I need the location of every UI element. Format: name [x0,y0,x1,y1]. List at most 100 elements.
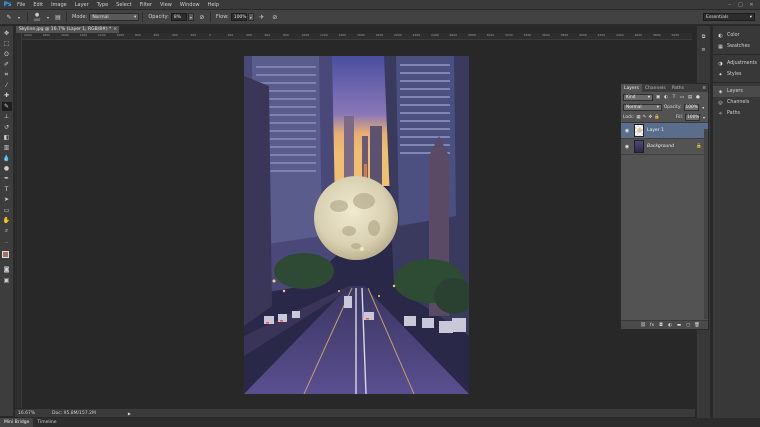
filter-adjustment-icon[interactable]: ◐ [663,94,669,100]
clone-stamp-tool-icon[interactable]: ⊥ [2,112,12,121]
mode-select[interactable]: Normal ▾ [89,13,140,21]
lock-image-icon[interactable]: ✎ [643,114,647,120]
dock-layers[interactable]: ◈ Layers [713,86,760,97]
dock-swatches[interactable]: ▦ Swatches [713,41,760,52]
fill-dropdown-icon[interactable]: ▾ [702,114,706,120]
move-tool-icon[interactable]: ✥ [2,29,12,38]
properties-panel-icon[interactable]: ≡ [699,45,709,55]
tab-layers[interactable]: Layers [621,84,642,92]
eraser-tool-icon[interactable]: ◧ [2,133,12,142]
pen-tool-icon[interactable]: ✒ [2,174,12,183]
filter-pixel-icon[interactable]: ▣ [655,94,661,100]
dodge-tool-icon[interactable]: ● [2,164,12,173]
menu-layer[interactable]: Layer [71,2,93,8]
document-image[interactable] [244,56,469,394]
menu-filter[interactable]: Filter [136,2,156,8]
layer-name[interactable]: Background [647,144,693,149]
brush-dropdown-icon[interactable]: ▾ [43,12,53,22]
gradient-tool-icon[interactable]: ▥ [2,143,12,152]
fill-input[interactable]: 100% [685,113,701,121]
layer-row[interactable]: ◉ Layer 1 [621,123,708,139]
zoom-tool-icon[interactable]: ⌕ [2,226,12,235]
opacity-dropdown-icon[interactable]: ▾ [701,104,706,110]
close-icon[interactable]: ✕ [747,2,756,8]
filter-smart-object-icon[interactable]: ▤ [687,94,693,100]
crop-tool-icon[interactable]: ⌗ [2,71,12,80]
link-layers-icon[interactable]: ⛓ [640,323,646,328]
menu-file[interactable]: File [13,2,29,8]
tab-channels[interactable]: Channels [642,84,669,92]
delete-layer-icon[interactable]: 🗑 [694,323,700,328]
shape-tool-icon[interactable]: ▭ [2,206,12,215]
tab-timeline[interactable]: Timeline [33,418,60,427]
opacity-dropdown-icon[interactable]: ▾ [187,13,194,21]
document-tab[interactable]: Skyline.jpg @ 16.7% (Layer 1, RGB/8#) * … [15,25,120,33]
filter-toggle-icon[interactable]: ● [695,94,701,100]
layer-opacity-input[interactable]: 100% [683,103,699,111]
visibility-eye-icon[interactable]: ◉ [623,127,631,135]
dock-color[interactable]: ◐ Color [713,30,760,41]
menu-edit[interactable]: Edit [29,2,47,8]
maximize-icon[interactable]: □ [736,2,745,8]
history-brush-tool-icon[interactable]: ↺ [2,123,12,132]
blend-mode-select[interactable]: Normal ▾ [623,103,662,111]
panel-menu-icon[interactable]: ≡ [702,84,708,92]
lock-transparent-icon[interactable]: ▦ [636,114,640,120]
lasso-tool-icon[interactable]: ʘ [2,50,12,59]
healing-brush-tool-icon[interactable]: ✚ [2,91,12,100]
new-group-icon[interactable]: ▬ [676,323,682,328]
minimize-icon[interactable]: – [725,2,734,8]
tool-preset-dropdown-icon[interactable]: ▾ [14,12,24,22]
dock-paths[interactable]: ✧ Paths [713,108,760,119]
status-menu-icon[interactable]: ▶ [128,411,131,416]
menu-help[interactable]: Help [204,2,223,8]
brush-preset-picker[interactable]: ● 400 [31,12,43,22]
lock-all-icon[interactable]: 🔒 [654,114,660,120]
marquee-tool-icon[interactable]: ⬚ [2,39,12,48]
new-adjustment-icon[interactable]: ◐ [667,323,673,328]
filter-shape-icon[interactable]: ▭ [679,94,685,100]
blur-tool-icon[interactable]: 💧 [2,154,12,163]
history-panel-icon[interactable]: ⧉ [699,32,709,42]
add-mask-icon[interactable]: ◘ [658,323,664,328]
filter-kind-select[interactable]: Kind ▾ [623,93,653,101]
new-layer-icon[interactable]: ▢ [685,323,691,328]
tab-paths[interactable]: Paths [669,84,687,92]
type-tool-icon[interactable]: T [2,185,12,194]
dock-styles[interactable]: ✦ Styles [713,69,760,80]
lock-position-icon[interactable]: ✥ [648,114,652,120]
visibility-eye-icon[interactable]: ◉ [623,143,631,151]
flow-dropdown-icon[interactable]: ▾ [247,13,254,21]
more-tools-icon[interactable]: … [2,237,12,246]
color-swatches[interactable] [1,250,13,262]
path-select-tool-icon[interactable]: ➤ [2,195,12,204]
menu-image[interactable]: Image [47,2,71,8]
foreground-color-swatch[interactable] [1,251,9,259]
quick-mask-icon[interactable]: ◙ [2,265,12,274]
flow-input[interactable]: 100% [230,13,247,21]
opacity-input[interactable]: 8% [170,13,187,21]
brush-tool-icon[interactable]: ✎ [4,12,14,22]
hand-tool-icon[interactable]: ✋ [2,216,12,225]
zoom-level[interactable]: 16.67% [18,411,40,416]
dock-channels[interactable]: ◎ Channels [713,97,760,108]
dock-adjustments[interactable]: ◑ Adjustments [713,58,760,69]
menu-select[interactable]: Select [112,2,135,8]
tab-mini-bridge[interactable]: Mini Bridge [0,418,34,427]
filter-type-icon[interactable]: T [671,94,677,100]
pressure-opacity-icon[interactable]: ⊘ [197,12,207,22]
pressure-size-icon[interactable]: ⊘ [270,12,280,22]
layer-name[interactable]: Layer 1 [647,128,708,133]
close-document-icon[interactable]: × [113,27,119,32]
layer-row[interactable]: ◉ Background 🔒 [621,139,708,155]
menu-window[interactable]: Window [176,2,204,8]
menu-view[interactable]: View [156,2,176,8]
layer-style-icon[interactable]: fx [649,323,655,328]
menu-type[interactable]: Type [93,2,112,8]
airbrush-icon[interactable]: ✈ [257,12,267,22]
screen-mode-icon[interactable]: ▣ [2,276,12,285]
workspace-switcher[interactable]: Essentials ▾ [703,13,755,21]
layers-scrollbar[interactable] [704,129,708,319]
quick-select-tool-icon[interactable]: ✐ [2,60,12,69]
brush-panel-icon[interactable]: ▤ [53,12,63,22]
